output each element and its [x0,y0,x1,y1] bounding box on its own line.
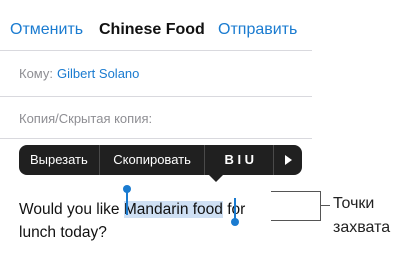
navigation-bar: Отменить Chinese Food Отправить [0,0,312,50]
message-subject-title: Chinese Food [99,21,205,38]
to-recipient[interactable]: Gilbert Solano [57,66,139,81]
copy-button[interactable]: Скопировать [100,145,205,175]
bold-italic-underline-button[interactable]: B I U [205,145,273,175]
selection-start-line [126,192,128,215]
message-body[interactable]: Would you like Mandarin food for lunch t… [19,198,245,244]
callout-connector [321,205,330,206]
edit-menu: Вырезать Скопировать B I U [19,145,302,175]
more-options-button[interactable] [274,145,302,175]
cc-bcc-label: Копия/Скрытая копия: [19,111,153,126]
divider [0,96,312,97]
cut-button[interactable]: Вырезать [19,145,99,175]
send-button[interactable]: Отправить [218,21,297,39]
divider [0,50,312,51]
grab-points-callout: Точки захвата [333,192,390,240]
selection-end-line [234,198,236,220]
divider [0,138,312,139]
callout-bracket [271,191,321,221]
selection-end-handle[interactable] [231,218,239,226]
to-label: Кому: [19,66,53,81]
cancel-button[interactable]: Отменить [10,21,83,39]
play-right-icon [285,155,293,165]
cc-bcc-field[interactable]: Копия/Скрытая копия: [19,111,152,126]
message-text-before: Would you like [19,201,124,218]
callout-line-1: Точки [333,195,375,212]
selected-text[interactable]: Mandarin food [123,201,223,218]
menu-pointer [209,175,223,182]
callout-line-2: захвата [333,219,391,236]
mail-compose-screen: Отменить Chinese Food Отправить Кому: Gil… [0,0,312,254]
to-field[interactable]: Кому: Gilbert Solano [19,66,139,81]
message-text-line2: lunch today? [19,224,107,241]
